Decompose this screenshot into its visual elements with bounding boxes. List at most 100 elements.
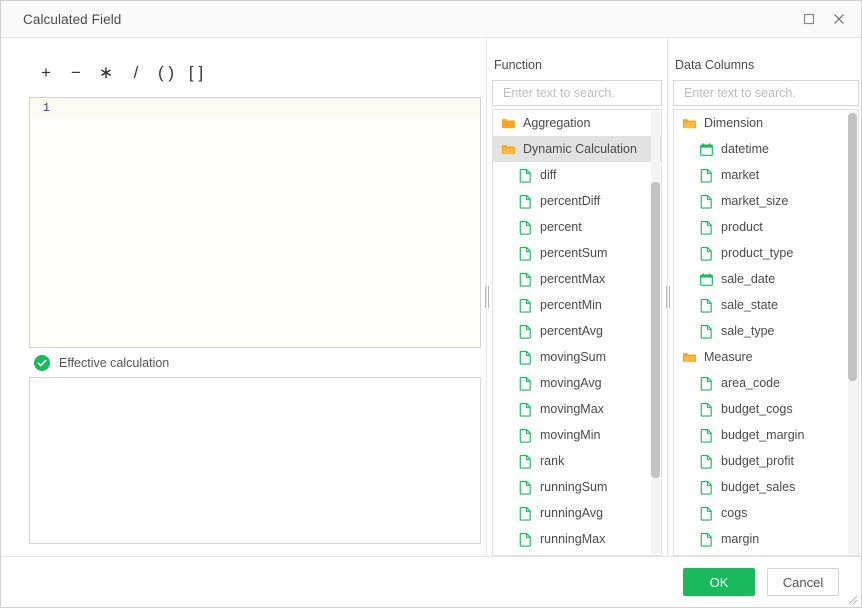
- file-icon: [519, 272, 531, 287]
- data-columns-list-item-label: sale_state: [721, 298, 778, 312]
- data-columns-list-item-label: margin: [721, 532, 760, 546]
- data-columns-list-item[interactable]: area_code: [674, 370, 858, 396]
- file-icon: [519, 194, 531, 209]
- formula-input[interactable]: 1: [29, 97, 481, 348]
- file-icon: [700, 220, 712, 235]
- data-columns-list-item[interactable]: budget_sales: [674, 474, 858, 500]
- function-list-item-label: movingMin: [540, 428, 601, 442]
- file-icon: [519, 324, 531, 339]
- columns-search-box[interactable]: [673, 80, 859, 106]
- function-list-item[interactable]: percentDiff: [493, 188, 661, 214]
- data-columns-list-item[interactable]: sale_type: [674, 318, 858, 344]
- function-list-scrollbar-thumb[interactable]: [651, 182, 660, 478]
- data-columns-list-item-label: market: [721, 168, 760, 182]
- file-icon: [519, 246, 531, 261]
- function-list-item[interactable]: runningSum: [493, 474, 661, 500]
- cancel-button[interactable]: Cancel: [767, 568, 839, 596]
- function-search-input[interactable]: [501, 85, 653, 101]
- close-icon[interactable]: [827, 7, 851, 31]
- data-columns-list-item[interactable]: product_type: [674, 240, 858, 266]
- data-columns-list-item-label: Measure: [704, 350, 753, 364]
- data-columns-list-item[interactable]: sale_date: [674, 266, 858, 292]
- data-columns-list-item[interactable]: budget_cogs: [674, 396, 858, 422]
- folder-open-icon: [501, 144, 516, 154]
- title-bar: Calculated Field: [1, 1, 861, 38]
- calendar-icon: [700, 142, 713, 156]
- file-icon: [519, 454, 531, 469]
- data-columns-list-item[interactable]: budget_margin: [674, 422, 858, 448]
- function-list-item-label: runningAvg: [540, 506, 604, 520]
- function-panel: Function Aggregation Dynamic Calculation d…: [492, 38, 662, 556]
- function-list-item[interactable]: movingMax: [493, 396, 661, 422]
- data-columns-list-item-label: sale_type: [721, 324, 775, 338]
- data-columns-list-item[interactable]: margin: [674, 526, 858, 552]
- function-list-item[interactable]: percent: [493, 214, 661, 240]
- data-columns-list-item-label: market_size: [721, 194, 789, 208]
- file-icon: [519, 532, 531, 547]
- function-list-item[interactable]: percentMin: [493, 292, 661, 318]
- function-list-item-label: percentAvg: [540, 324, 604, 338]
- page-title: Calculated Field: [23, 11, 122, 27]
- folder-open-icon: [682, 118, 697, 128]
- function-list-item-label: Aggregation: [523, 116, 591, 130]
- function-list-item[interactable]: Dynamic Calculation: [493, 136, 661, 162]
- columns-list-scrollbar-thumb[interactable]: [848, 113, 857, 381]
- splitter-left[interactable]: [481, 38, 492, 556]
- calculated-field-dialog: Calculated Field + − ∗ / ( ) [] 1 Effec…: [0, 0, 862, 608]
- function-list-item[interactable]: movingSum: [493, 344, 661, 370]
- data-columns-list-item-label: product: [721, 220, 763, 234]
- data-columns-list-item[interactable]: product: [674, 214, 858, 240]
- resize-grip-icon[interactable]: [845, 592, 858, 605]
- data-columns-list[interactable]: Dimension datetime market market_sizeproduc…: [673, 109, 859, 556]
- data-columns-list-item-label: datetime: [721, 142, 769, 156]
- file-icon: [700, 454, 712, 469]
- function-list-item[interactable]: movingAvg: [493, 370, 661, 396]
- function-list-item[interactable]: movingMin: [493, 422, 661, 448]
- operator-brackets[interactable]: [ ]: [181, 60, 211, 86]
- data-columns-list-item-label: product_type: [721, 246, 794, 260]
- function-list-item-label: movingSum: [540, 350, 606, 364]
- data-columns-list-item-label: sale_date: [721, 272, 776, 286]
- folder-open-icon: [682, 352, 697, 362]
- file-icon: [700, 324, 712, 339]
- function-list-item[interactable]: runningMax: [493, 526, 661, 552]
- data-columns-list-item[interactable]: Measure: [674, 344, 858, 370]
- data-columns-list-item[interactable]: market_size: [674, 188, 858, 214]
- data-columns-list-item[interactable]: market: [674, 162, 858, 188]
- operator-multiply[interactable]: ∗: [91, 60, 121, 86]
- function-list-item-label: percentDiff: [540, 194, 601, 208]
- operator-parentheses[interactable]: ( ): [151, 60, 181, 86]
- function-list-item[interactable]: percentMax: [493, 266, 661, 292]
- operator-plus[interactable]: +: [31, 60, 61, 86]
- data-columns-list-item[interactable]: Dimension: [674, 110, 858, 136]
- function-list-item-label: movingMax: [540, 402, 604, 416]
- maximize-icon[interactable]: [797, 7, 821, 31]
- data-columns-list-item[interactable]: budget_profit: [674, 448, 858, 474]
- function-list-item[interactable]: runningAvg: [493, 500, 661, 526]
- operator-divide[interactable]: /: [121, 60, 151, 86]
- data-columns-list-item[interactable]: datetime: [674, 136, 858, 162]
- splitter-right[interactable]: [662, 38, 673, 556]
- function-list-item[interactable]: diff: [493, 162, 661, 188]
- function-list-item[interactable]: rank: [493, 448, 661, 474]
- result-preview[interactable]: [29, 377, 481, 544]
- data-columns-list-item-label: area_code: [721, 376, 781, 390]
- columns-search-input[interactable]: [682, 85, 850, 101]
- file-icon: [700, 298, 712, 313]
- function-list[interactable]: Aggregation Dynamic Calculation diff percen…: [492, 109, 662, 556]
- function-list-item[interactable]: percentAvg: [493, 318, 661, 344]
- check-circle-icon: [34, 354, 50, 371]
- data-columns-list-item[interactable]: sale_state: [674, 292, 858, 318]
- file-icon: [700, 246, 712, 261]
- data-columns-list-item-label: budget_cogs: [721, 402, 793, 416]
- function-list-item[interactable]: Aggregation: [493, 110, 661, 136]
- data-columns-list-item[interactable]: cogs: [674, 500, 858, 526]
- function-search-box[interactable]: [492, 80, 662, 106]
- file-icon: [519, 428, 531, 443]
- operator-minus[interactable]: −: [61, 60, 91, 86]
- function-list-item[interactable]: percentSum: [493, 240, 661, 266]
- validation-status-text: Effective calculation: [59, 355, 170, 370]
- ok-button[interactable]: OK: [683, 568, 755, 596]
- dialog-footer: OK Cancel: [1, 556, 861, 607]
- data-columns-panel-title: Data Columns: [675, 58, 755, 72]
